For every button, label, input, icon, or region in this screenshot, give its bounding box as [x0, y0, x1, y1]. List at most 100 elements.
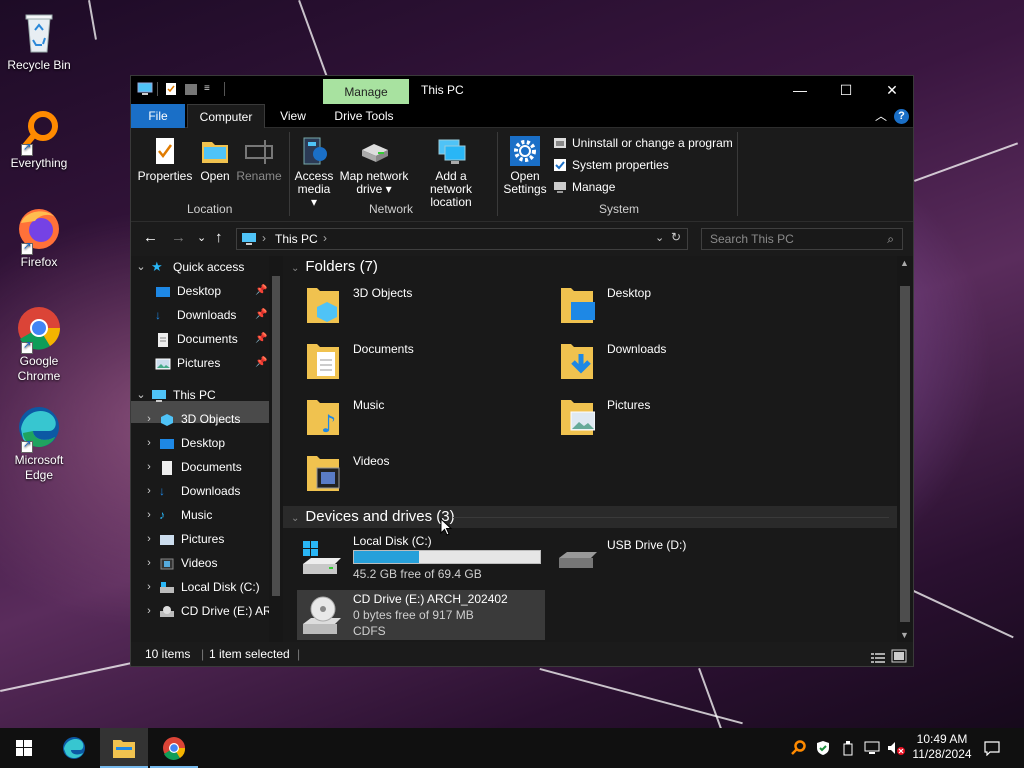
- scrollbar-thumb[interactable]: [900, 286, 910, 622]
- folder-music[interactable]: ♪ Music: [283, 394, 523, 440]
- open-settings-button[interactable]: Open Settings: [503, 136, 547, 196]
- system-properties-button[interactable]: System properties: [553, 156, 669, 174]
- folder-desktop[interactable]: Desktop: [537, 282, 777, 328]
- usb-tray-icon[interactable]: [840, 740, 856, 768]
- drive-cd-e[interactable]: CD Drive (E:) ARCH_202402 0 bytes free o…: [297, 590, 545, 640]
- taskbar-file-explorer[interactable]: [100, 728, 148, 768]
- chevron-right-icon[interactable]: ›: [143, 576, 155, 598]
- title-bar[interactable]: ≡ Manage This PC — ☐ ✕: [131, 76, 915, 105]
- content-scrollbar[interactable]: ▲ ▼: [897, 256, 913, 642]
- chevron-right-icon[interactable]: ›: [143, 480, 155, 502]
- tab-drive-tools[interactable]: Drive Tools: [327, 104, 401, 128]
- address-bar[interactable]: › This PC › ⌄ ↻: [236, 228, 688, 250]
- properties-qat-icon[interactable]: [164, 82, 178, 96]
- navigation-scrollbar[interactable]: [269, 256, 283, 642]
- chevron-right-icon[interactable]: ›: [143, 600, 155, 622]
- chevron-right-icon[interactable]: ›: [143, 528, 155, 550]
- nav-pc-videos[interactable]: › Videos: [143, 552, 217, 574]
- chevron-down-icon[interactable]: ⌄: [135, 256, 147, 278]
- access-media-button[interactable]: Access media ▾: [293, 136, 335, 209]
- tab-view[interactable]: View: [271, 104, 315, 128]
- tab-manage[interactable]: Manage: [323, 79, 409, 105]
- properties-button[interactable]: Properties: [137, 136, 193, 183]
- nav-pc-local-disk[interactable]: › Local Disk (C:): [143, 576, 260, 598]
- add-network-location-button[interactable]: Add a network location: [413, 136, 489, 209]
- folder-pictures[interactable]: Pictures: [537, 394, 777, 440]
- close-button[interactable]: ✕: [869, 76, 915, 104]
- everything-tray-icon[interactable]: [790, 740, 806, 768]
- folder-videos[interactable]: Videos: [283, 450, 523, 496]
- security-tray-icon[interactable]: [815, 740, 831, 768]
- chevron-down-icon[interactable]: ⌄: [655, 231, 664, 244]
- desktop-icon-recycle-bin[interactable]: Recycle Bin: [4, 8, 74, 72]
- desktop-icon-firefox[interactable]: Firefox: [4, 205, 74, 269]
- volume-muted-icon[interactable]: [887, 740, 905, 768]
- scroll-up-icon[interactable]: ▲: [900, 258, 909, 268]
- chevron-right-icon[interactable]: ›: [323, 231, 327, 245]
- forward-button[interactable]: →: [171, 229, 186, 246]
- rename-button[interactable]: Rename: [235, 136, 283, 183]
- back-button[interactable]: ←: [143, 229, 158, 246]
- manage-button[interactable]: Manage: [553, 178, 615, 196]
- up-button[interactable]: ↑: [215, 229, 223, 246]
- status-bar: 10 items | 1 item selected |: [131, 642, 913, 666]
- breadcrumb[interactable]: This PC: [275, 232, 318, 246]
- nav-this-pc[interactable]: ⌄ This PC: [135, 384, 216, 406]
- nav-pc-documents[interactable]: › Documents: [143, 456, 242, 478]
- clock[interactable]: 10:49 AM 11/28/2024: [910, 732, 974, 768]
- search-input[interactable]: Search This PC ⌕: [701, 228, 903, 250]
- refresh-icon[interactable]: ↻: [671, 230, 681, 244]
- chevron-right-icon[interactable]: ›: [143, 456, 155, 478]
- folders-section-header[interactable]: ⌄ Folders (7): [291, 256, 897, 278]
- nav-pc-3d-objects[interactable]: › 3D Objects: [143, 408, 240, 430]
- drive-usb-d[interactable]: USB Drive (D:): [537, 534, 777, 580]
- folder-downloads[interactable]: Downloads: [537, 338, 777, 384]
- uninstall-program-button[interactable]: Uninstall or change a program: [553, 134, 733, 152]
- desktop-icon-everything[interactable]: Everything: [4, 106, 74, 170]
- scroll-down-icon[interactable]: ▼: [900, 630, 909, 640]
- nav-pc-desktop[interactable]: › Desktop: [143, 432, 225, 454]
- tab-file[interactable]: File: [131, 104, 185, 128]
- chevron-down-icon[interactable]: ⌄: [135, 384, 147, 406]
- help-icon[interactable]: ?: [894, 109, 909, 124]
- nav-pc-downloads[interactable]: › ↓ Downloads: [143, 480, 240, 502]
- chevron-right-icon[interactable]: ›: [143, 432, 155, 454]
- recent-locations-icon[interactable]: ⌄: [197, 231, 206, 244]
- details-view-icon[interactable]: [871, 648, 885, 672]
- network-tray-icon[interactable]: [864, 740, 880, 768]
- new-folder-qat-icon[interactable]: [184, 82, 198, 96]
- nav-qa-documents[interactable]: Documents 📌: [151, 328, 267, 350]
- desktop-icon-microsoft-edge[interactable]: Microsoft Edge: [4, 403, 74, 483]
- chevron-right-icon[interactable]: ›: [143, 408, 155, 430]
- large-icons-view-icon[interactable]: [891, 647, 907, 671]
- map-network-drive-button[interactable]: Map network drive ▾: [337, 136, 411, 196]
- drive-usage-bar: [353, 550, 541, 564]
- chevron-down-icon[interactable]: ⌄: [291, 513, 299, 524]
- tab-computer[interactable]: Computer: [187, 104, 265, 128]
- nav-pc-pictures[interactable]: › Pictures: [143, 528, 224, 550]
- folder-3d-objects[interactable]: 3D Objects: [283, 282, 523, 328]
- chevron-right-icon[interactable]: ›: [143, 552, 155, 574]
- maximize-button[interactable]: ☐: [823, 76, 869, 104]
- devices-section-header[interactable]: ⌄ Devices and drives (3): [283, 506, 897, 528]
- nav-pc-cd-drive[interactable]: › CD Drive (E:) AR(: [143, 600, 269, 622]
- chevron-down-icon[interactable]: ⌄: [291, 263, 299, 274]
- drive-local-disk-c[interactable]: Local Disk (C:) 45.2 GB free of 69.4 GB: [283, 534, 543, 581]
- folder-documents[interactable]: Documents: [283, 338, 523, 384]
- taskbar-edge[interactable]: [50, 728, 98, 768]
- nav-qa-desktop[interactable]: Desktop 📌: [151, 280, 267, 302]
- nav-quick-access[interactable]: ⌄ ★ Quick access: [135, 256, 244, 278]
- scrollbar-thumb[interactable]: [272, 276, 280, 596]
- start-button[interactable]: [0, 728, 48, 768]
- notification-icon[interactable]: [984, 740, 1000, 768]
- minimize-button[interactable]: —: [777, 76, 823, 104]
- open-button[interactable]: Open: [195, 136, 235, 183]
- nav-pc-music[interactable]: › ♪ Music: [143, 504, 212, 526]
- nav-qa-pictures[interactable]: Pictures 📌: [151, 352, 267, 374]
- taskbar-chrome[interactable]: [150, 728, 198, 768]
- collapse-ribbon-icon[interactable]: ︿: [875, 107, 887, 124]
- chevron-right-icon[interactable]: ›: [143, 504, 155, 526]
- desktop-icon-google-chrome[interactable]: Google Chrome: [4, 304, 74, 384]
- nav-qa-downloads[interactable]: ↓ Downloads 📌: [151, 304, 267, 326]
- customize-qat-icon[interactable]: ≡: [204, 82, 218, 96]
